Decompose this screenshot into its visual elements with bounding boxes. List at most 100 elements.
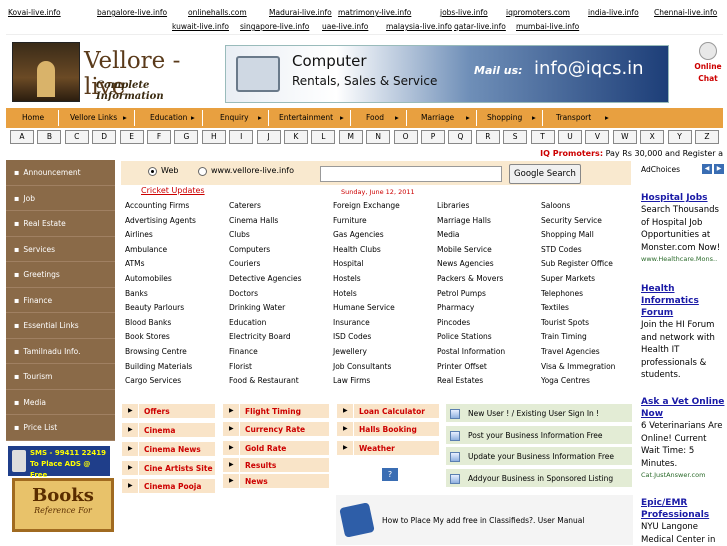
directory-link[interactable]: Clubs — [229, 230, 250, 239]
radio-web[interactable] — [148, 167, 157, 176]
top-link[interactable]: malaysia-live.info — [386, 22, 452, 31]
service-link[interactable]: Update your Business Information Free — [445, 446, 633, 466]
alpha-button-u[interactable]: U — [558, 130, 582, 144]
cricket-updates-link[interactable]: Cricket Updates — [141, 186, 205, 195]
google-search-button[interactable]: Google Search — [509, 164, 581, 184]
top-link[interactable]: Madurai-live.info — [269, 8, 332, 17]
directory-link[interactable]: Humane Service — [333, 303, 395, 312]
directory-link[interactable]: Cinema Halls — [229, 216, 278, 225]
directory-link[interactable]: Florist — [229, 362, 252, 371]
nav-item-education[interactable]: Education — [150, 108, 187, 128]
quick-link[interactable]: Cinema Pooja — [121, 478, 216, 495]
directory-link[interactable]: Tourist Spots — [541, 318, 589, 327]
sidebar-item-media[interactable]: Media — [6, 390, 115, 415]
directory-link[interactable]: Train Timing — [541, 332, 587, 341]
directory-link[interactable]: Doctors — [229, 289, 258, 298]
alpha-button-z[interactable]: Z — [695, 130, 719, 144]
directory-link[interactable]: ISD Codes — [333, 332, 371, 341]
alpha-button-a[interactable]: A — [10, 130, 34, 144]
directory-link[interactable]: Jewellery — [333, 347, 367, 356]
directory-link[interactable]: Police Stations — [437, 332, 492, 341]
quick-link[interactable]: Loan Calculator — [336, 403, 440, 420]
site-logo[interactable]: Vellore -live Complete Information — [12, 42, 212, 102]
directory-link[interactable]: Packers & Movers — [437, 274, 503, 283]
directory-link[interactable]: Beauty Parlours — [125, 303, 184, 312]
sidebar-item-services[interactable]: Services — [6, 237, 115, 262]
classifieds-manual[interactable]: How to Place My add free in Classifieds?… — [336, 495, 633, 545]
alpha-button-w[interactable]: W — [612, 130, 637, 144]
directory-link[interactable]: Caterers — [229, 201, 261, 210]
top-link[interactable]: iqpromoters.com — [506, 8, 570, 17]
online-chat-button[interactable]: Online Chat — [691, 42, 725, 84]
top-link[interactable]: mumbai-live.info — [516, 22, 579, 31]
nav-item-shopping[interactable]: Shopping — [487, 108, 522, 128]
alpha-button-c[interactable]: C — [64, 130, 89, 144]
directory-link[interactable]: Furniture — [333, 216, 367, 225]
directory-link[interactable]: Pharmacy — [437, 303, 474, 312]
directory-link[interactable]: Advertising Agents — [125, 216, 196, 225]
service-link[interactable]: New User ! / Existing User Sign In ! — [445, 403, 633, 423]
directory-link[interactable]: Pincodes — [437, 318, 470, 327]
quick-link[interactable]: Cine Artists Site — [121, 460, 216, 477]
quick-link[interactable]: Gold Rate — [222, 440, 330, 457]
alpha-button-y[interactable]: Y — [667, 130, 692, 144]
quick-link[interactable]: Currency Rate — [222, 421, 330, 438]
directory-link[interactable]: Health Clubs — [333, 245, 381, 254]
directory-link[interactable]: Automobiles — [125, 274, 172, 283]
alpha-button-o[interactable]: O — [393, 130, 418, 144]
directory-link[interactable]: Drinking Water — [229, 303, 285, 312]
alpha-button-x[interactable]: X — [640, 130, 665, 144]
directory-link[interactable]: Law Firms — [333, 376, 370, 385]
directory-link[interactable]: News Agencies — [437, 259, 494, 268]
alpha-button-h[interactable]: H — [201, 130, 226, 144]
directory-link[interactable]: Detective Agencies — [229, 274, 302, 283]
directory-link[interactable]: ATMs — [125, 259, 145, 268]
directory-link[interactable]: Couriers — [229, 259, 260, 268]
quick-link[interactable]: Cinema — [121, 422, 216, 439]
directory-link[interactable]: Printer Offset — [437, 362, 487, 371]
quick-link[interactable]: Flight Timing — [222, 403, 330, 420]
adchoices-label[interactable]: AdChoices — [641, 165, 680, 174]
ad-item[interactable]: Health Informatics Forum Join the HI For… — [641, 283, 725, 382]
top-link[interactable]: Kovai-live.info — [8, 8, 61, 17]
top-link[interactable]: onlinehalls.com — [188, 8, 247, 17]
directory-link[interactable]: Hospital — [333, 259, 364, 268]
directory-link[interactable]: Foreign Exchange — [333, 201, 400, 210]
sidebar-item-real-estate[interactable]: Real Estate — [6, 211, 115, 237]
sidebar-item-tourism[interactable]: Tourism — [6, 364, 115, 390]
directory-link[interactable]: Food & Restaurant — [229, 376, 299, 385]
alpha-button-k[interactable]: K — [284, 130, 308, 144]
directory-link[interactable]: Security Service — [541, 216, 602, 225]
directory-link[interactable]: Visa & Immegration — [541, 362, 615, 371]
alpha-button-b[interactable]: B — [37, 130, 62, 144]
directory-link[interactable]: Building Materials — [125, 362, 192, 371]
alpha-button-l[interactable]: L — [311, 130, 336, 144]
sidebar-item-greetings[interactable]: Greetings — [6, 262, 115, 288]
alpha-button-f[interactable]: F — [147, 130, 171, 144]
directory-link[interactable]: Saloons — [541, 201, 570, 210]
directory-link[interactable]: Banks — [125, 289, 148, 298]
nav-item-enquiry[interactable]: Enquiry — [220, 108, 249, 128]
nav-item-marriage[interactable]: Marriage — [421, 108, 454, 128]
sidebar-item-price-list[interactable]: Price List — [6, 415, 115, 441]
directory-link[interactable]: Electricity Board — [229, 332, 291, 341]
nav-item-food[interactable]: Food — [366, 108, 384, 128]
alpha-button-n[interactable]: N — [366, 130, 391, 144]
directory-link[interactable]: Hostels — [333, 274, 361, 283]
directory-link[interactable]: Book Stores — [125, 332, 170, 341]
directory-link[interactable]: Libraries — [437, 201, 469, 210]
sidebar-item-announcement[interactable]: Announcement — [6, 160, 115, 186]
ad-item[interactable]: Epic/EMR Professionals NYU Langone Medic… — [641, 497, 725, 546]
directory-link[interactable]: Sub Register Office — [541, 259, 613, 268]
directory-link[interactable]: Shopping Mall — [541, 230, 594, 239]
service-link[interactable]: Addyour Business in Sponsored Listing — [445, 468, 633, 488]
alpha-button-v[interactable]: V — [585, 130, 610, 144]
directory-link[interactable]: Insurance — [333, 318, 370, 327]
directory-link[interactable]: Hotels — [333, 289, 357, 298]
directory-link[interactable]: Finance — [229, 347, 258, 356]
top-link[interactable]: kuwait-live.info — [172, 22, 229, 31]
directory-link[interactable]: Browsing Centre — [125, 347, 187, 356]
ad-item[interactable]: Hospital Jobs Search Thousands of Hospit… — [641, 192, 725, 264]
alpha-button-t[interactable]: T — [530, 130, 555, 144]
sidebar-item-tamilnadu-info[interactable]: Tamilnadu Info. — [6, 339, 115, 364]
